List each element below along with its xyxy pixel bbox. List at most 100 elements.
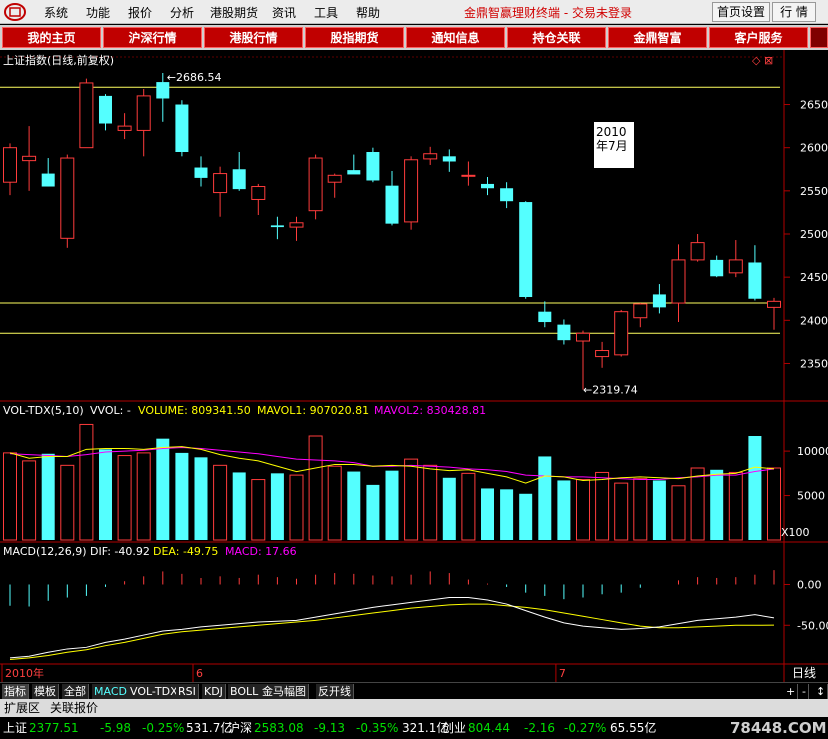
volume-tick-label: 10000	[797, 445, 828, 458]
price-tick-label: 2400	[800, 314, 828, 327]
volume-bar-up	[22, 460, 37, 541]
tab-vol-tdx[interactable]: VOL-TDX	[128, 684, 181, 699]
price-tick-label: 2350	[800, 357, 828, 370]
sh-index-name[interactable]: 上证	[3, 717, 27, 739]
resize-button[interactable]: ↕	[814, 684, 828, 699]
volume-bar-up	[308, 435, 323, 541]
vol-legend-mavol2: MAVOL2: 830428.81	[374, 404, 486, 417]
candle-body-down	[557, 324, 571, 341]
candle-body-up	[60, 157, 75, 239]
nav-bar: 我的主页 沪深行情 港股行情 股指期货 通知信息 持仓关联 金鼎智富 客户服务	[0, 25, 828, 50]
macd-axis: 0.00 -50.00	[784, 578, 828, 632]
tab-reverse-line[interactable]: 反开线	[316, 684, 354, 699]
indicator-tab-bar: 指标 模板 全部 MACD VOL-TDX RSI KDJ BOLL 金马幅图 …	[0, 682, 828, 699]
volume-bar-up	[461, 472, 476, 541]
cy-index-value: 804.44	[468, 721, 510, 735]
nav-hk-quotes[interactable]: 港股行情	[204, 27, 303, 48]
candle-body-down	[519, 202, 533, 298]
quotes-button[interactable]: 行 情	[772, 2, 816, 22]
menu-news[interactable]: 资讯	[272, 4, 296, 21]
tab-boll[interactable]: BOLL	[228, 684, 262, 699]
candle-body-up	[423, 153, 438, 160]
kline-chart[interactable]: 上证指数(日线,前复权) ◇ ⊠ 2650 2600 2550 2500 2450 240…	[0, 50, 828, 682]
tab-jinma[interactable]: 金马幅图	[260, 684, 309, 699]
tab-macd[interactable]: MACD	[92, 684, 130, 699]
volume-bar-up	[633, 478, 648, 541]
volume-bar-up	[404, 458, 419, 541]
menu-system[interactable]: 系统	[44, 4, 68, 21]
menu-tools[interactable]: 工具	[314, 4, 338, 21]
candle-body-up	[136, 95, 151, 131]
volume-tick-label: 5000	[797, 490, 825, 503]
volume-bar-up	[3, 452, 17, 541]
menu-function[interactable]: 功能	[86, 4, 110, 21]
menu-analysis[interactable]: 分析	[170, 4, 194, 21]
dea-line	[9, 603, 775, 661]
volume-bar-down	[442, 477, 456, 540]
candle-body-down	[99, 95, 112, 124]
volume-bar-down	[232, 472, 246, 540]
volume-bar-up	[728, 471, 743, 541]
date-tick-label: 7	[559, 667, 566, 680]
zoom-out-button[interactable]: -	[800, 684, 809, 699]
menu-help[interactable]: 帮助	[356, 4, 380, 21]
index-status-bar: 上证 2377.51 -5.98 -0.25% 531.7亿 沪深 2583.0…	[0, 717, 828, 739]
vol-legend-mavol1: MAVOL1: 907020.81	[257, 404, 369, 417]
volume-bar-down	[41, 453, 55, 540]
cy-index-amount: 65.55亿	[610, 721, 657, 735]
date-tick-label: 2010年	[5, 666, 44, 680]
annotation-year: 2010	[596, 125, 627, 139]
ext-tab-related-quotes[interactable]: 关联报价	[50, 700, 98, 716]
menu-hk-futures[interactable]: 港股期货	[210, 4, 258, 21]
period-label[interactable]: 日线	[792, 666, 816, 680]
nav-scroll-button[interactable]	[810, 27, 828, 48]
price-tick-label: 2600	[800, 142, 828, 155]
volume-bar-up	[671, 485, 686, 541]
nav-jinding-wealth[interactable]: 金鼎智富	[608, 27, 707, 48]
candle-body-up	[767, 300, 781, 308]
menu-quote[interactable]: 报价	[128, 4, 152, 21]
zoom-in-button[interactable]: +	[784, 684, 799, 699]
candle-body-up	[289, 222, 304, 228]
nav-my-home[interactable]: 我的主页	[2, 27, 101, 48]
volume-unit: X100	[781, 526, 810, 539]
home-settings-button[interactable]: 首页设置	[712, 2, 770, 22]
candle-body-up	[79, 82, 94, 149]
sh-index-value: 2377.51	[29, 721, 79, 735]
nav-holdings[interactable]: 持仓关联	[507, 27, 606, 48]
tab-rsi[interactable]: RSI	[176, 684, 199, 699]
tab-all[interactable]: 全部	[62, 684, 89, 699]
tab-kdj[interactable]: KDJ	[202, 684, 226, 699]
hs-index-name[interactable]: 沪深	[228, 717, 252, 739]
candle-body-down	[270, 225, 284, 228]
volume-bar-down	[519, 493, 533, 540]
low-price-label: ←2319.74	[583, 384, 638, 397]
volume-bar-up	[136, 452, 151, 541]
volume-bar-up	[251, 479, 266, 541]
volume-bar-up	[117, 455, 132, 541]
candle-body-up	[690, 242, 705, 261]
ext-tab-extension[interactable]: 扩展区	[4, 700, 40, 716]
hs-index-pct: -0.35%	[356, 721, 399, 735]
hs-index-value: 2583.08	[254, 721, 304, 735]
nav-sh-sz-quotes[interactable]: 沪深行情	[103, 27, 202, 48]
nav-customer-service[interactable]: 客户服务	[709, 27, 808, 48]
tab-template[interactable]: 模板	[32, 684, 59, 699]
volume-bar-up	[60, 464, 75, 541]
candle-body-down	[385, 185, 399, 224]
macd-title: MACD(12,26,9)	[3, 545, 87, 558]
nav-index-futures[interactable]: 股指期货	[305, 27, 404, 48]
price-tick-label: 2550	[800, 185, 828, 198]
chart-window-icons[interactable]: ◇ ⊠	[752, 54, 773, 67]
candle-body-up	[614, 311, 629, 356]
cy-index-name[interactable]: 创业	[442, 717, 466, 739]
price-tick-label: 2650	[800, 99, 828, 112]
nav-notices[interactable]: 通知信息	[406, 27, 505, 48]
tab-indicator[interactable]: 指标	[2, 684, 29, 699]
watermark: 78448.COM	[730, 719, 827, 737]
candle-body-up	[213, 173, 228, 194]
candle-body-up	[251, 186, 266, 200]
macd-tick-label: -50.00	[797, 619, 828, 632]
vol-legend-volume: VOLUME: 809341.50	[138, 404, 251, 417]
volume-bar-down	[385, 470, 399, 540]
